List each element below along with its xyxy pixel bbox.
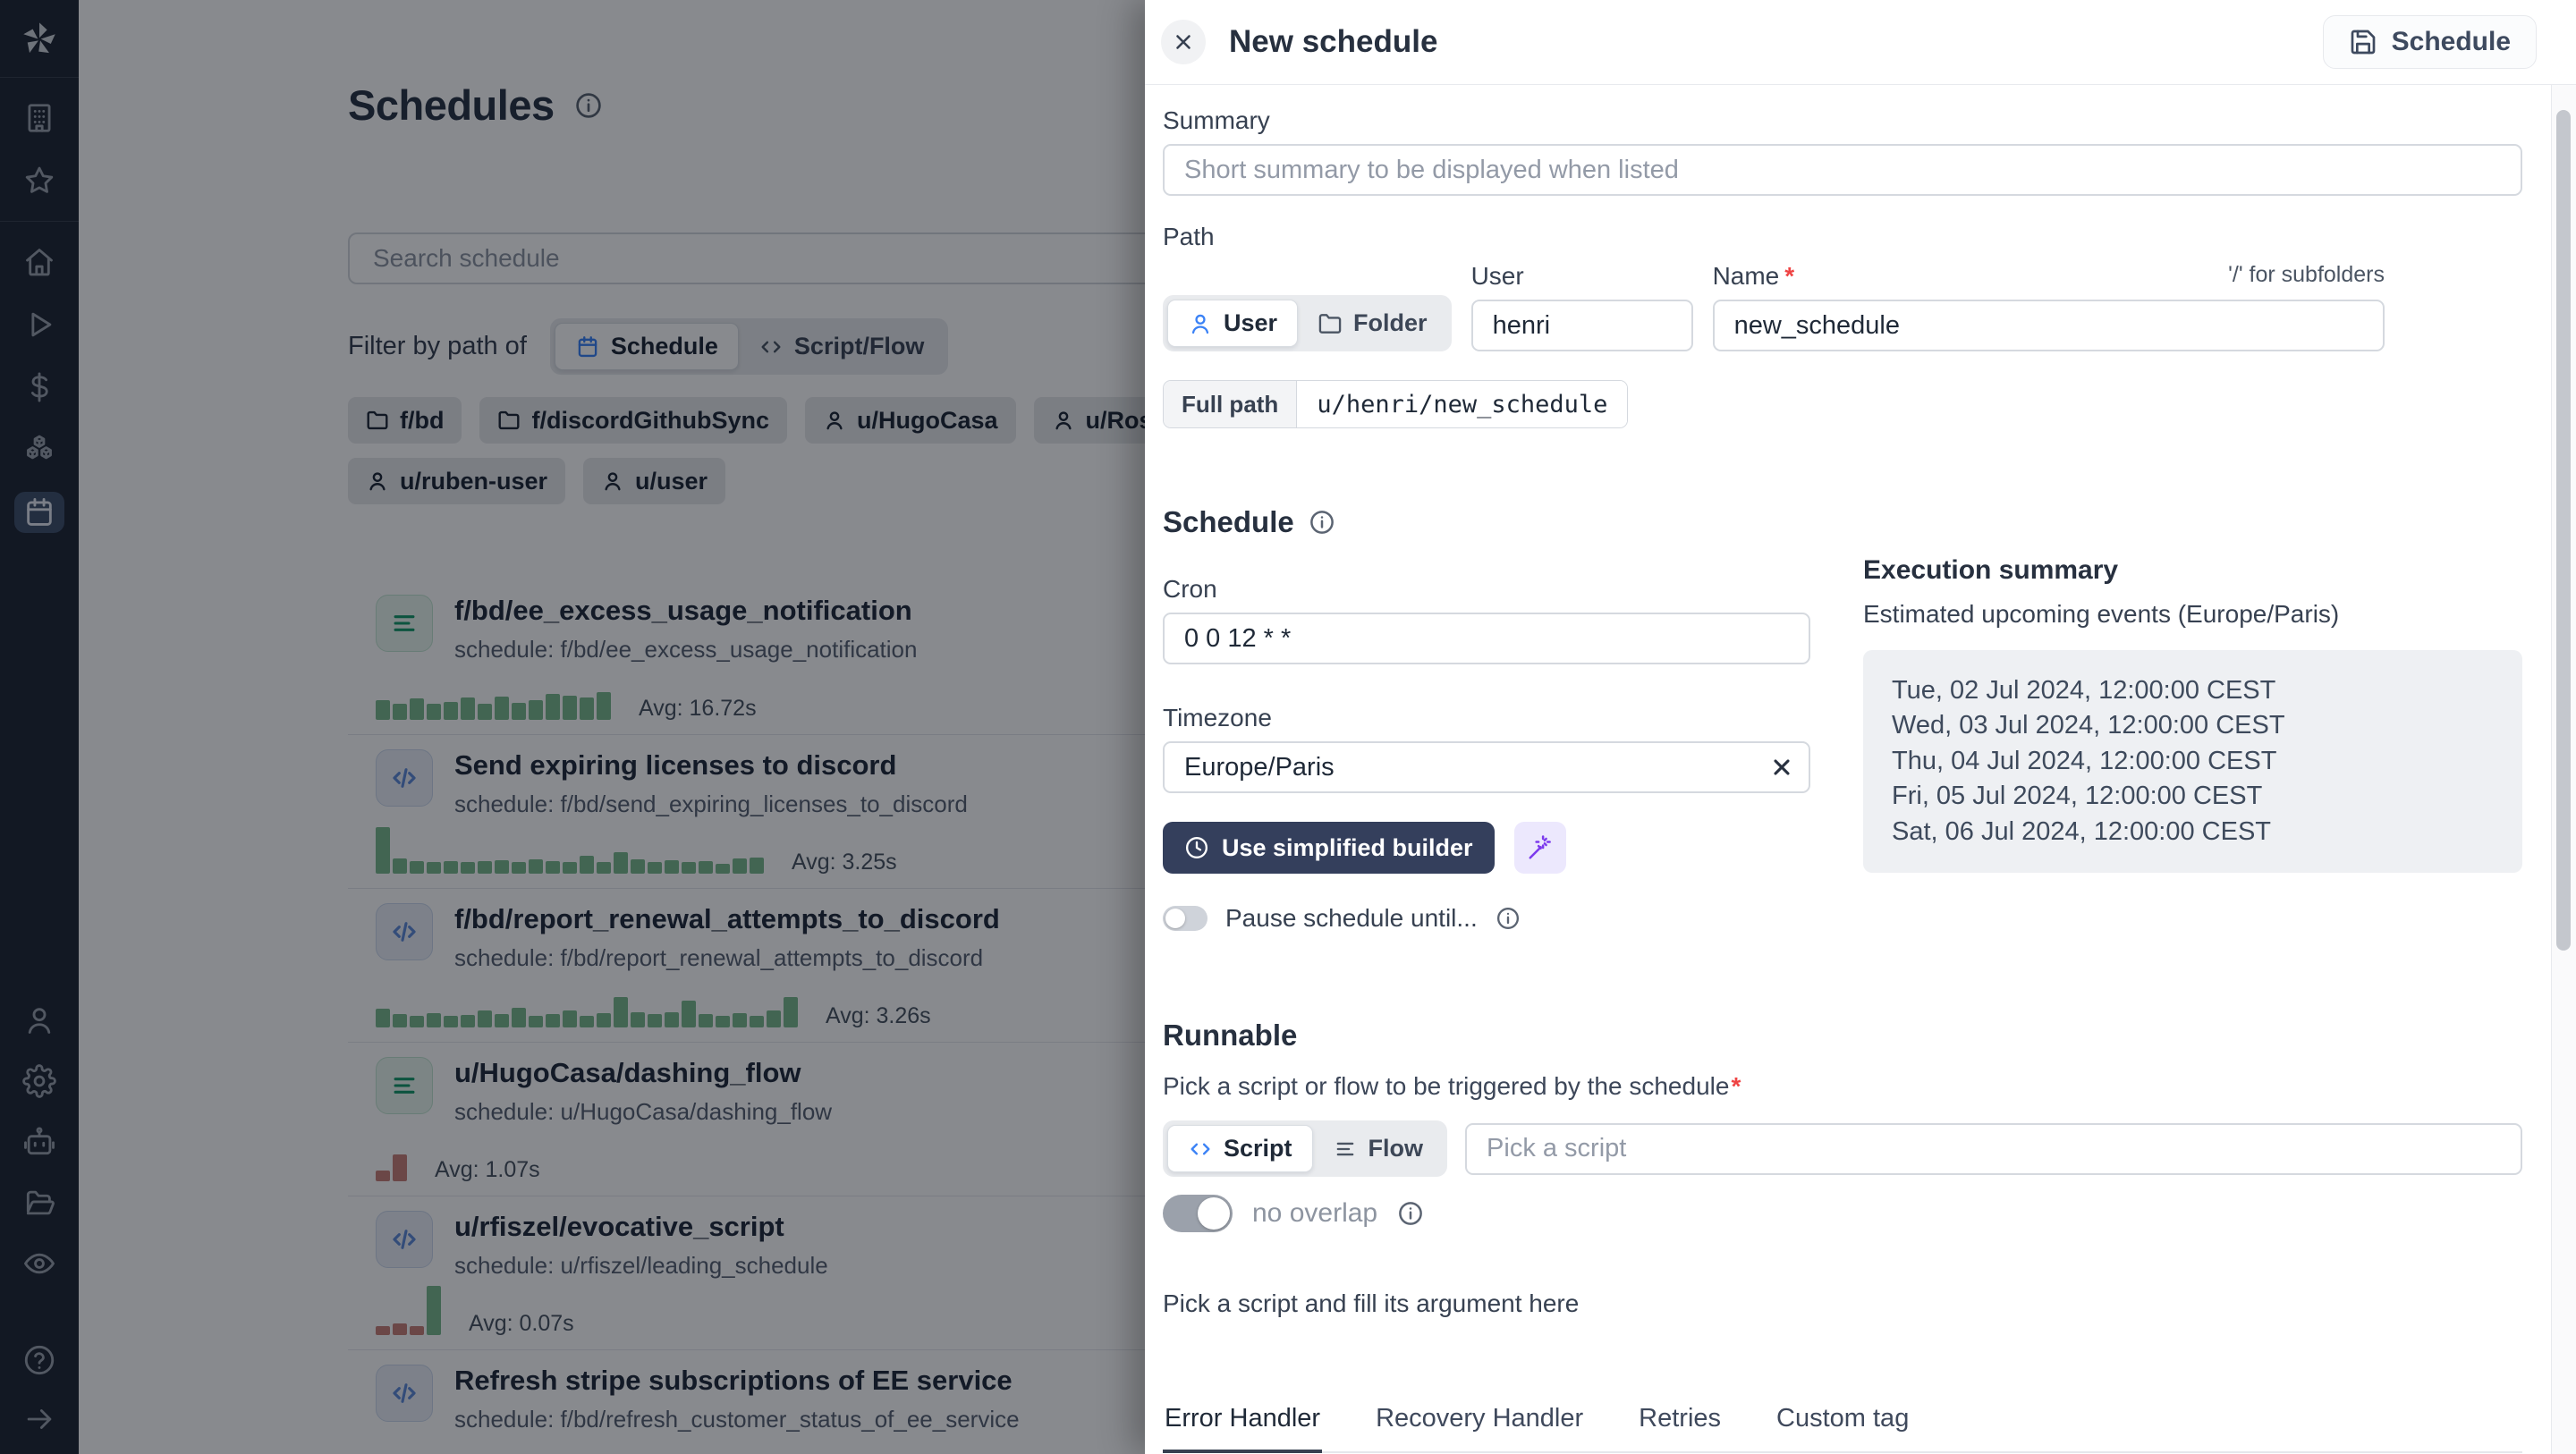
path-section: Path User Folder User Name * '/' for subf… xyxy=(1163,223,2522,428)
owner-label: User xyxy=(1224,309,1278,336)
tab-retries[interactable]: Retries xyxy=(1637,1404,1723,1451)
runnable-kind-script[interactable]: Script xyxy=(1167,1125,1313,1172)
info-icon xyxy=(1399,1202,1422,1225)
wand-icon xyxy=(1529,835,1551,859)
required-asterisk: * xyxy=(1784,262,1795,290)
save-button-label: Schedule xyxy=(2391,27,2511,56)
runnable-heading: Runnable xyxy=(1163,1019,1298,1052)
pause-schedule-label: Pause schedule until... xyxy=(1225,904,1478,932)
handler-tabs: Error Handler Recovery Handler Retries Cust… xyxy=(1163,1404,2522,1453)
full-path: Full path u/henri/new_schedule xyxy=(1163,380,1629,428)
tab-error-handler[interactable]: Error Handler xyxy=(1163,1404,1323,1453)
simplified-builder-button[interactable]: Use simplified builder xyxy=(1163,822,1495,874)
full-path-value: u/henri/new_schedule xyxy=(1297,381,1628,427)
user-icon xyxy=(1191,314,1209,334)
info-icon xyxy=(1496,907,1519,930)
runnable-note: Pick a script and fill its argument here xyxy=(1163,1289,1580,1317)
folder-icon xyxy=(1318,313,1342,334)
simplified-builder-label: Use simplified builder xyxy=(1222,833,1473,861)
upcoming-event: Tue, 02 Jul 2024, 12:00:00 CEST xyxy=(1892,676,2276,705)
info-icon xyxy=(1309,511,1334,534)
save-icon xyxy=(2349,28,2377,56)
runnable-description: Pick a script or flow to be triggered by… xyxy=(1163,1072,1730,1100)
code-icon xyxy=(1191,1143,1210,1154)
pause-schedule-toggle[interactable] xyxy=(1163,906,1208,931)
owner-folder[interactable]: Folder xyxy=(1298,300,1447,347)
drawer-scrollbar[interactable] xyxy=(2551,85,2576,1454)
flow-icon xyxy=(1336,1142,1353,1155)
upcoming-events-box: Tue, 02 Jul 2024, 12:00:00 CEST Wed, 03 J… xyxy=(1863,650,2522,874)
app: Schedules Filter by path of ScheduleScri… xyxy=(0,0,2576,1454)
ai-wand-button[interactable] xyxy=(1513,822,1566,874)
subfolder-hint: '/' for subfolders xyxy=(2228,262,2385,287)
cron-input[interactable] xyxy=(1163,613,1810,664)
runnable-kind-label: Script xyxy=(1224,1135,1292,1162)
summary-section: Summary xyxy=(1163,106,2522,196)
info-icon[interactable] xyxy=(1397,1200,1424,1227)
schedule-heading: Schedule xyxy=(1163,505,1294,538)
save-icon xyxy=(2351,30,2375,55)
summary-input[interactable] xyxy=(1163,144,2522,196)
full-path-label: Full path xyxy=(1164,381,1298,427)
path-label: Path xyxy=(1163,223,1215,250)
required-asterisk: * xyxy=(1731,1072,1741,1100)
schedule-section: Schedule Cron Timezone xyxy=(1163,505,2522,933)
scrollbar-thumb[interactable] xyxy=(2556,110,2571,951)
cron-label: Cron xyxy=(1163,575,1217,603)
no-overlap-toggle[interactable] xyxy=(1163,1195,1233,1232)
execution-summary-subheading: Estimated upcoming events (Europe/Paris) xyxy=(1863,600,2340,628)
script-flow-toggle-group: Script Flow xyxy=(1163,1120,1448,1177)
upcoming-event: Sat, 06 Jul 2024, 12:00:00 CEST xyxy=(1892,816,2271,846)
save-schedule-button[interactable]: Schedule xyxy=(2322,15,2537,69)
execution-summary-heading: Execution summary xyxy=(1863,555,2119,585)
new-schedule-drawer: New schedule Schedule Summary Path User F… xyxy=(1145,0,2576,1454)
drawer-header: New schedule Schedule xyxy=(1145,0,2576,85)
upcoming-event: Fri, 05 Jul 2024, 12:00:00 CEST xyxy=(1892,782,2263,811)
drawer-title: New schedule xyxy=(1229,24,1438,59)
owner-user[interactable]: User xyxy=(1167,300,1299,347)
close-icon xyxy=(1176,35,1191,49)
info-icon[interactable] xyxy=(1496,906,1521,931)
script-picker-input[interactable] xyxy=(1465,1122,2522,1175)
owner-label: Folder xyxy=(1353,309,1428,336)
no-overlap-label: no overlap xyxy=(1252,1198,1378,1228)
clear-timezone-icon[interactable] xyxy=(1769,755,1794,780)
clock-icon xyxy=(1185,836,1208,859)
name-input[interactable] xyxy=(1712,300,2385,351)
user-input[interactable] xyxy=(1470,300,1693,351)
timezone-label: Timezone xyxy=(1163,704,1272,731)
runnable-section: Runnable Pick a script or flow to be tri… xyxy=(1163,1019,2522,1318)
drawer-body: Summary Path User Folder User Name xyxy=(1145,85,2576,1454)
tab-custom-tag[interactable]: Custom tag xyxy=(1775,1404,1911,1451)
clock-icon xyxy=(1184,835,1209,860)
close-icon xyxy=(1774,759,1790,775)
info-icon[interactable] xyxy=(1309,509,1335,536)
summary-label: Summary xyxy=(1163,106,1270,134)
timezone-input[interactable] xyxy=(1163,741,1810,793)
name-field-label: Name xyxy=(1712,262,1780,290)
upcoming-event: Thu, 04 Jul 2024, 12:00:00 CEST xyxy=(1892,746,2277,775)
runnable-kind-flow[interactable]: Flow xyxy=(1313,1125,1444,1172)
upcoming-event: Wed, 03 Jul 2024, 12:00:00 CEST xyxy=(1892,711,2285,740)
owner-toggle-group: User Folder xyxy=(1163,295,1452,351)
tab-recovery-handler[interactable]: Recovery Handler xyxy=(1374,1404,1585,1451)
user-field-label: User xyxy=(1470,262,1524,290)
close-button[interactable] xyxy=(1161,20,1206,64)
runnable-kind-label: Flow xyxy=(1368,1135,1424,1162)
